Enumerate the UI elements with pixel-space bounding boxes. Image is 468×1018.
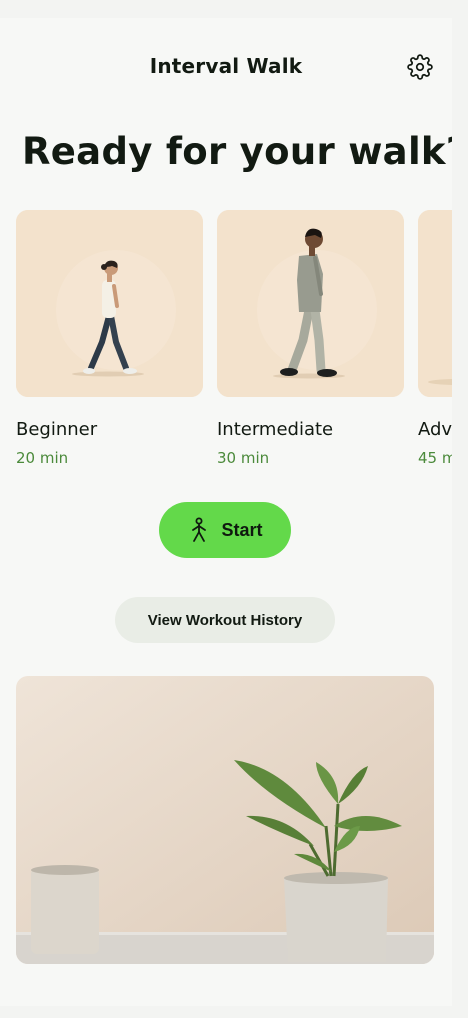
intermediate-walker-image xyxy=(217,210,404,397)
workout-duration: 45 m xyxy=(418,449,452,467)
gear-icon xyxy=(407,54,433,80)
workout-duration: 20 min xyxy=(16,449,69,467)
workout-duration: 30 min xyxy=(217,449,270,467)
workout-title: Adv xyxy=(418,419,452,440)
history-label: View Workout History xyxy=(147,611,303,629)
workout-carousel[interactable]: Beginner 20 min Intermediate 30 min Adv … xyxy=(16,210,452,480)
app-screen: Interval Walk Ready for your walk? Begin… xyxy=(0,18,452,1006)
workout-card-advanced[interactable]: Adv 45 m xyxy=(418,210,452,467)
workout-title: Beginner xyxy=(16,419,98,440)
start-button[interactable]: Start xyxy=(159,502,291,558)
app-title: Interval Walk xyxy=(149,54,303,78)
workout-card-beginner[interactable]: Beginner 20 min xyxy=(16,210,203,467)
workout-card-intermediate[interactable]: Intermediate 30 min xyxy=(217,210,404,467)
view-workout-history-button[interactable]: View Workout History xyxy=(115,597,335,643)
workout-title: Intermediate xyxy=(217,419,334,440)
page-title: Ready for your walk? xyxy=(22,130,452,173)
settings-button[interactable] xyxy=(405,52,435,82)
walking-person-icon xyxy=(187,517,211,543)
advanced-walker-image xyxy=(418,210,452,397)
plant-illustration xyxy=(16,676,434,964)
start-label: Start xyxy=(221,519,263,540)
beginner-walker-image xyxy=(16,210,203,397)
